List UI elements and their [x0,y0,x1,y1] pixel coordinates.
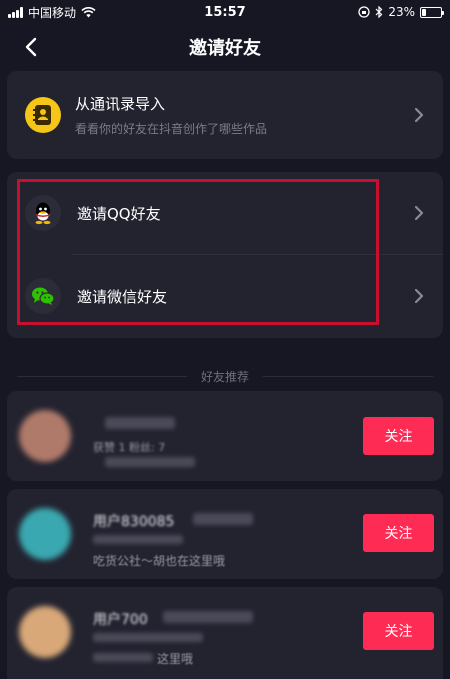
invite-qq-row[interactable]: 邀请QQ好友 [7,172,443,254]
status-right: 23% [358,5,444,19]
signal-icon [8,6,23,18]
carrier-label: 中国移动 [28,5,77,20]
section-label: 好友推荐 [200,369,249,384]
blurred-meta [93,633,203,642]
blurred-meta [93,535,183,544]
orientation-lock-icon [358,6,370,18]
friend-name: 用户830085 [93,514,175,530]
avatar[interactable] [19,410,71,462]
friend-meta: 获赞 1 粉丝: 7 [93,441,166,454]
chevron-right-icon [414,205,424,221]
wechat-icon [25,278,61,314]
battery-icon [420,6,444,18]
blurred-name-tail [163,611,253,623]
section-header-recommend: 好友推荐 [0,366,450,386]
follow-button[interactable]: 关注 [363,612,434,650]
contacts-icon [25,97,61,133]
avatar[interactable] [19,606,71,658]
friend-card: 用户830085 吃货公社～胡也在这里哦 关注 [7,489,443,579]
blurred-name-tail [193,513,253,525]
battery-level [422,8,427,16]
contacts-card: 从通讯录导入 看看你的好友在抖音创作了哪些作品 [7,71,443,159]
back-button[interactable] [18,34,44,60]
invite-qq-label: 邀请QQ好友 [77,204,161,223]
section-line-left [16,375,187,377]
friend-info: 获赞 1 粉丝: 7 [93,401,323,471]
contacts-texts: 从通讯录导入 看看你的好友在抖音创作了哪些作品 [75,93,267,137]
friend-card: 用户700 这里哦 关注 [7,587,443,679]
blurred-desc [93,653,153,662]
friend-info: 用户700 这里哦 [93,597,323,667]
qq-icon [25,195,61,231]
social-invite-card: 邀请QQ好友 邀请微信好友 [7,172,443,338]
back-arrow-icon [25,37,37,57]
import-contacts-row[interactable]: 从通讯录导入 看看你的好友在抖音创作了哪些作品 [7,71,443,159]
friend-info: 用户830085 吃货公社～胡也在这里哦 [93,499,323,569]
contacts-subtitle: 看看你的好友在抖音创作了哪些作品 [75,122,268,136]
status-left: 中国移动 [8,4,96,21]
status-bar: 中国移动 15:57 23% [0,0,450,24]
avatar[interactable] [19,508,71,560]
invite-wechat-row[interactable]: 邀请微信好友 [7,255,443,337]
friend-card: 获赞 1 粉丝: 7 关注 [7,391,443,481]
wifi-icon [81,6,96,17]
chevron-right-icon [414,107,424,123]
follow-button[interactable]: 关注 [363,514,434,552]
nav-bar: 邀请好友 [0,24,450,70]
friend-name: 用户700 [93,612,148,628]
invite-wechat-label: 邀请微信好友 [77,287,168,306]
chevron-right-icon [414,288,424,304]
friend-desc: 吃货公社～胡也在这里哦 [93,554,226,568]
page-title: 邀请好友 [189,38,261,59]
bluetooth-icon [375,6,383,18]
contacts-title: 从通讯录导入 [75,95,166,113]
follow-button[interactable]: 关注 [363,417,434,455]
blurred-desc [105,457,195,467]
friend-desc: 这里哦 [157,652,194,666]
section-line-right [263,375,433,377]
blurred-name [105,417,175,429]
battery-percent: 23% [388,5,415,19]
